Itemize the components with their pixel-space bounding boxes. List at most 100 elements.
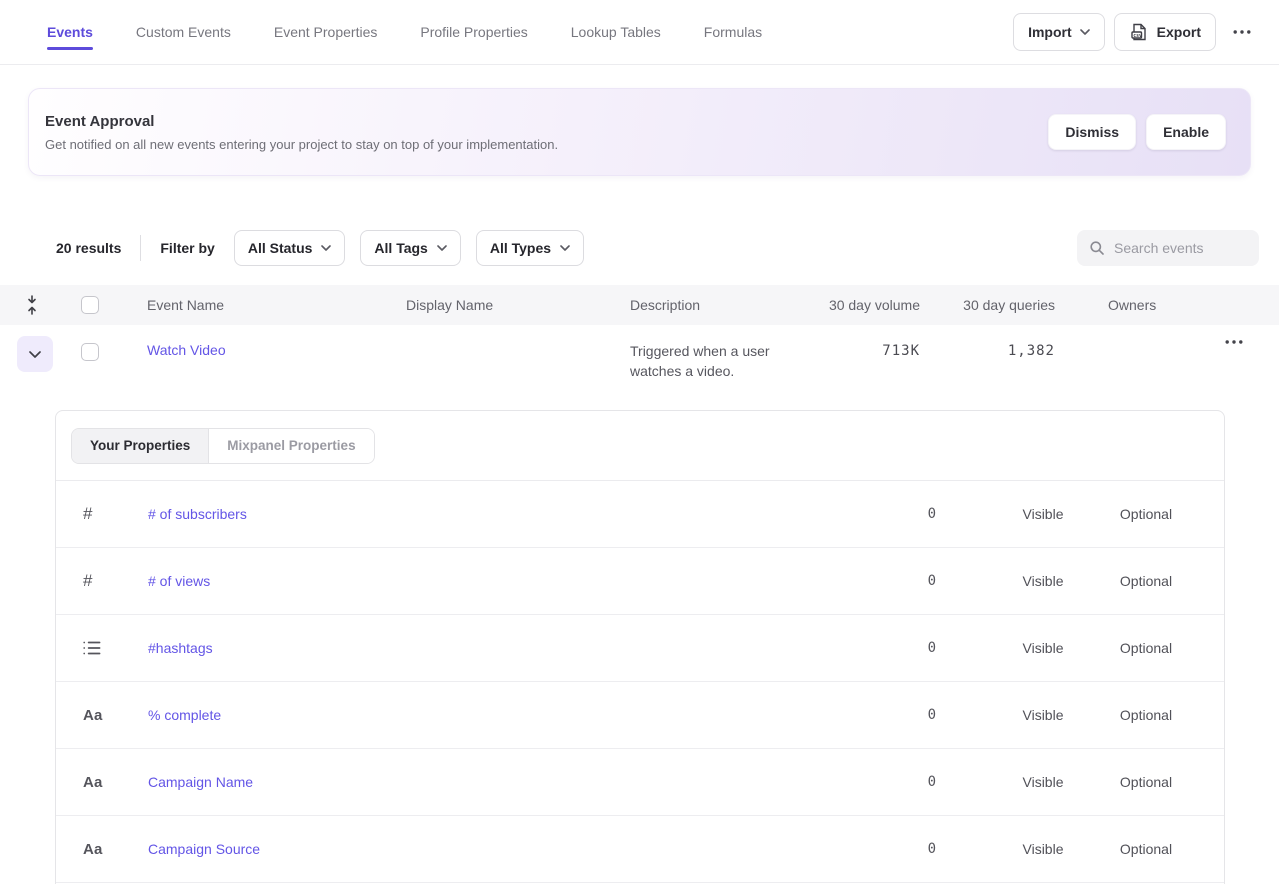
column-header-display-name: Display Name [390,297,614,313]
banner-actions: Dismiss Enable [1048,114,1226,150]
import-button-label: Import [1028,24,1072,40]
nav-actions: Import csv Export [1013,13,1259,51]
filter-by-label: Filter by [160,240,214,256]
property-name-link[interactable]: Campaign Source [148,841,876,857]
property-visibility[interactable]: Visible [993,707,1093,723]
tab-formulas[interactable]: Formulas [704,24,762,40]
banner-title: Event Approval [45,113,558,130]
search-icon [1089,240,1105,256]
enable-button[interactable]: Enable [1146,114,1226,150]
property-requirement[interactable]: Optional [1096,573,1196,589]
event-queries: 1,382 [920,325,1060,359]
export-button-label: Export [1157,24,1201,40]
property-visibility[interactable]: Visible [993,640,1093,656]
property-count: 0 [876,506,936,522]
tab-custom-events[interactable]: Custom Events [136,24,231,40]
table-row: Watch Video Triggered when a user watche… [0,325,1279,400]
types-filter-label: All Types [490,240,551,256]
property-row: Aa Campaign Source 0 Visible Optional [56,816,1224,883]
property-count: 0 [876,774,936,790]
property-visibility[interactable]: Visible [993,841,1093,857]
property-visibility[interactable]: Visible [993,573,1093,589]
text-type-icon: Aa [56,707,148,724]
property-row: Aa % complete 0 Visible Optional [56,682,1224,749]
event-description: Triggered when a user watches a video. [614,325,794,381]
tab-mixpanel-properties[interactable]: Mixpanel Properties [209,429,373,463]
property-name-link[interactable]: % complete [148,707,876,723]
column-header-event-name: Event Name [131,297,390,313]
tab-your-properties[interactable]: Your Properties [72,429,209,463]
divider [140,235,141,261]
event-approval-banner: Event Approval Get notified on all new e… [28,88,1251,176]
ellipsis-icon [1225,340,1243,344]
chevron-down-icon [321,245,331,251]
event-volume: 713K [805,325,920,359]
property-requirement[interactable]: Optional [1096,841,1196,857]
chevron-down-icon [437,245,447,251]
collapse-all-icon[interactable] [0,295,64,315]
property-name-link[interactable]: Campaign Name [148,774,876,790]
tab-event-properties[interactable]: Event Properties [274,24,378,40]
search-box [1077,230,1259,266]
text-type-icon: Aa [56,841,148,858]
event-name-link[interactable]: Watch Video [131,325,390,358]
results-count: 20 results [56,240,121,256]
property-visibility[interactable]: Visible [993,506,1093,522]
chevron-down-icon [29,351,41,358]
dismiss-button[interactable]: Dismiss [1048,114,1136,150]
chevron-down-icon [1080,29,1090,35]
nav-tabs: Events Custom Events Event Properties Pr… [47,24,762,40]
property-row: # # of subscribers 0 Visible Optional [56,481,1224,548]
tab-profile-properties[interactable]: Profile Properties [420,24,527,40]
property-name-link[interactable]: # of views [148,573,876,589]
row-checkbox[interactable] [81,343,99,361]
status-filter-dropdown[interactable]: All Status [234,230,346,266]
column-header-volume: 30 day volume [805,297,920,313]
ellipsis-icon [1233,30,1251,34]
search-input[interactable] [1114,240,1247,256]
property-requirement[interactable]: Optional [1096,640,1196,656]
types-filter-dropdown[interactable]: All Types [476,230,584,266]
number-type-icon: # [56,504,148,524]
property-requirement[interactable]: Optional [1096,774,1196,790]
chevron-down-icon [560,245,570,251]
list-type-icon [56,641,148,655]
properties-panel: Your Properties Mixpanel Properties # # … [55,410,1225,884]
property-name-link[interactable]: #hashtags [148,640,876,656]
import-button[interactable]: Import [1013,13,1105,51]
row-more-button[interactable] [1188,325,1279,344]
banner-description: Get notified on all new events entering … [45,137,558,152]
property-row: #hashtags 0 Visible Optional [56,615,1224,682]
svg-text:csv: csv [1133,34,1142,39]
status-filter-label: All Status [248,240,313,256]
select-all-checkbox[interactable] [81,296,99,314]
property-name-link[interactable]: # of subscribers [148,506,876,522]
property-count: 0 [876,640,936,656]
tags-filter-dropdown[interactable]: All Tags [360,230,460,266]
column-header-owners: Owners [1060,297,1188,313]
nav-more-button[interactable] [1225,26,1259,38]
property-visibility[interactable]: Visible [993,774,1093,790]
export-button[interactable]: csv Export [1114,13,1216,51]
property-requirement[interactable]: Optional [1096,506,1196,522]
text-type-icon: Aa [56,774,148,791]
property-row: Aa Campaign Name 0 Visible Optional [56,749,1224,816]
property-count: 0 [876,707,936,723]
number-type-icon: # [56,571,148,591]
property-row: # # of views 0 Visible Optional [56,548,1224,615]
tab-lookup-tables[interactable]: Lookup Tables [571,24,661,40]
banner-text: Event Approval Get notified on all new e… [45,113,558,152]
column-header-queries: 30 day queries [920,297,1060,313]
csv-file-icon: csv [1129,22,1149,42]
property-requirement[interactable]: Optional [1096,707,1196,723]
properties-tab-group: Your Properties Mixpanel Properties [71,428,375,464]
row-expand-button[interactable] [17,336,53,372]
tab-events[interactable]: Events [47,24,93,40]
table-header: Event Name Display Name Description 30 d… [0,285,1279,325]
column-header-description: Description [614,297,805,313]
properties-panel-header: Your Properties Mixpanel Properties [56,411,1224,481]
property-count: 0 [876,841,936,857]
property-count: 0 [876,573,936,589]
top-nav: Events Custom Events Event Properties Pr… [0,0,1279,65]
filter-bar: 20 results Filter by All Status All Tags… [56,230,1259,266]
